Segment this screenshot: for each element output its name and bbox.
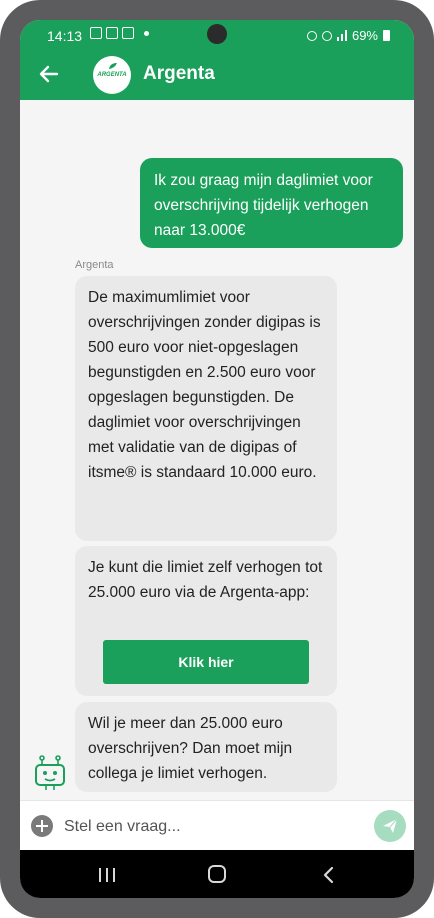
message-input[interactable] [62,813,366,841]
bot-message-text: Je kunt die limiet zelf verhogen tot 25.… [88,559,323,601]
send-button[interactable] [374,810,406,842]
signal-icon [336,30,347,41]
bot-sender-label: Argenta [75,259,114,271]
android-nav-bar [20,850,414,898]
send-icon [383,818,398,833]
front-camera [207,24,227,44]
logo-text: ARGENTA [97,72,127,78]
bot-message-bubble: Je kunt die limiet zelf verhogen tot 25.… [75,546,337,696]
more-notifications-icon [144,30,149,36]
screenshot-icon [106,27,118,39]
message-composer [20,800,414,850]
bot-message-text: De maximumlimiet voor overschrijvingen z… [88,289,321,481]
logo-leaf-icon [109,63,117,69]
bot-avatar-icon [35,755,65,790]
app-header: ARGENTA Argenta [20,50,414,100]
wifi-icon [321,30,332,41]
home-icon[interactable] [208,865,226,883]
calendar-icon [122,27,134,39]
chat-area[interactable]: Ik zou graag mijn daglimiet voor oversch… [20,100,414,800]
bot-message-text: Wil je meer dan 25.000 euro overschrijve… [88,715,293,782]
battery-percent: 69% [351,28,378,43]
argenta-logo: ARGENTA [93,56,131,94]
system-icons: 69% [306,28,390,43]
bot-message-bubble: Wil je meer dan 25.000 euro overschrijve… [75,702,337,792]
battery-icon [383,30,390,41]
click-here-button[interactable]: Klik hier [103,640,309,684]
notification-icons [90,27,149,39]
add-icon[interactable] [31,815,53,837]
chat-title: Argenta [143,63,215,84]
status-time: 14:13 [47,28,83,44]
mute-icon [306,30,317,41]
status-bar: 14:13 69% [20,20,414,50]
user-message-bubble: Ik zou graag mijn daglimiet voor oversch… [140,158,403,248]
gallery-icon [90,27,102,39]
recent-apps-icon[interactable] [98,867,116,883]
bot-message-bubble: De maximumlimiet voor overschrijvingen z… [75,276,337,541]
screen: 14:13 69% ARGENTA Argenta Ik zou graag m… [20,20,414,898]
phone-frame: 14:13 69% ARGENTA Argenta Ik zou graag m… [0,0,434,918]
back-arrow-icon[interactable] [37,61,61,87]
nav-back-icon[interactable] [322,866,336,884]
